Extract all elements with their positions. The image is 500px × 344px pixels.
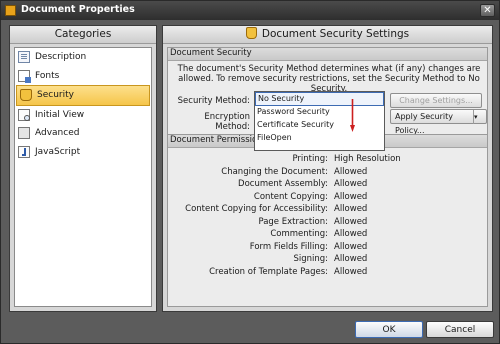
category-label: Fonts <box>35 70 60 81</box>
security-description: The document's Security Method determine… <box>177 64 481 94</box>
category-security[interactable]: Security <box>16 85 150 106</box>
permission-key: Changing the Document: <box>221 166 328 177</box>
apply-policy-label: Apply Security Policy... <box>395 112 453 135</box>
permission-key: Signing: <box>293 254 328 264</box>
category-initial-view[interactable]: Initial View <box>15 106 151 125</box>
category-label: Initial View <box>35 109 85 120</box>
red-annotation-arrow <box>350 99 355 132</box>
chevron-down-icon: ▾ <box>473 110 484 124</box>
category-label: Advanced <box>35 128 80 138</box>
category-description[interactable]: Description <box>15 48 151 67</box>
permission-key: Creation of Template Pages: <box>209 266 328 277</box>
categories-list[interactable]: Description Fonts Security Initial View … <box>14 47 152 307</box>
permission-row: Page Extraction: Allowed <box>168 216 489 228</box>
permission-key: Commenting: <box>270 229 328 239</box>
permission-value: Allowed <box>334 191 368 202</box>
categories-header: Categories <box>10 26 156 44</box>
category-advanced[interactable]: Advanced <box>15 124 151 143</box>
title-bar[interactable]: Document Properties ✕ <box>1 1 499 20</box>
settings-title: Document Security Settings <box>261 28 410 40</box>
javascript-icon <box>18 145 30 158</box>
security-method-dropdown[interactable]: No Security Password Security Certificat… <box>254 91 385 151</box>
description-icon <box>18 51 30 63</box>
permission-value: Allowed <box>334 166 368 177</box>
permission-value: Allowed <box>334 241 368 252</box>
arrow-head <box>350 125 355 132</box>
option-fileopen[interactable]: FileOpen <box>255 132 384 145</box>
category-fonts[interactable]: Fonts <box>15 67 151 86</box>
permission-value: Allowed <box>334 216 368 227</box>
permission-key: Page Extraction: <box>258 216 328 227</box>
option-password-security[interactable]: Password Security <box>255 106 384 119</box>
close-button[interactable]: ✕ <box>480 4 495 17</box>
document-properties-window: Document Properties ✕ Categories Descrip… <box>0 0 500 344</box>
permission-key: Printing: <box>292 154 328 164</box>
permission-row: Changing the Document: Allowed <box>168 166 489 178</box>
option-no-security[interactable]: No Security <box>255 92 384 106</box>
security-icon <box>20 89 32 101</box>
permission-value: Allowed <box>334 179 368 189</box>
permission-row: Signing: Allowed <box>168 253 489 265</box>
permission-row: Creation of Template Pages: Allowed <box>168 266 489 278</box>
settings-header: Document Security Settings <box>163 26 492 44</box>
permission-row: Content Copying: Allowed <box>168 191 489 203</box>
permission-row: Document Assembly: Allowed <box>168 178 489 190</box>
fonts-icon <box>18 69 31 83</box>
permission-value: Allowed <box>334 266 368 277</box>
category-label: JavaScript <box>35 146 81 157</box>
security-shield-icon <box>245 27 257 39</box>
settings-panel: Document Security Settings Document Secu… <box>162 25 493 312</box>
permission-row: Commenting: Allowed <box>168 228 489 240</box>
category-label: Description <box>35 52 87 62</box>
category-label: Security <box>37 90 74 100</box>
permission-value: Allowed <box>334 254 368 264</box>
encryption-method-label: Encryption Method: <box>204 112 250 132</box>
cancel-button[interactable]: Cancel <box>426 321 494 338</box>
initial-view-icon <box>18 108 30 121</box>
window-title: Document Properties <box>21 4 135 15</box>
option-certificate-security[interactable]: Certificate Security <box>255 119 384 132</box>
security-method-label: Security Method: <box>177 96 250 106</box>
category-javascript[interactable]: JavaScript <box>15 143 151 162</box>
permission-key: Document Assembly: <box>238 179 328 189</box>
group-title: Document Security <box>168 48 487 61</box>
apply-security-policy-button[interactable]: Apply Security Policy... ▾ <box>390 109 487 135</box>
advanced-icon <box>18 127 30 139</box>
permission-key: Content Copying: <box>253 191 328 202</box>
permission-value: Allowed <box>334 229 368 239</box>
permission-row: Printing: High Resolution <box>168 153 489 165</box>
permission-value: High Resolution <box>334 154 401 164</box>
categories-panel: Categories Description Fonts Security In… <box>9 25 157 312</box>
permission-key: Content Copying for Accessibility: <box>185 204 328 214</box>
permission-key: Form Fields Filling: <box>249 241 328 252</box>
change-settings-button[interactable]: Change Settings... <box>390 93 482 108</box>
permission-row: Content Copying for Accessibility: Allowe… <box>168 203 489 215</box>
permission-row: Form Fields Filling: Allowed <box>168 241 489 253</box>
document-permissions-group: Document Permissions Deta Printing: High … <box>167 134 488 307</box>
ok-button[interactable]: OK <box>355 321 423 338</box>
permission-value: Allowed <box>334 204 368 214</box>
app-icon <box>5 5 16 16</box>
